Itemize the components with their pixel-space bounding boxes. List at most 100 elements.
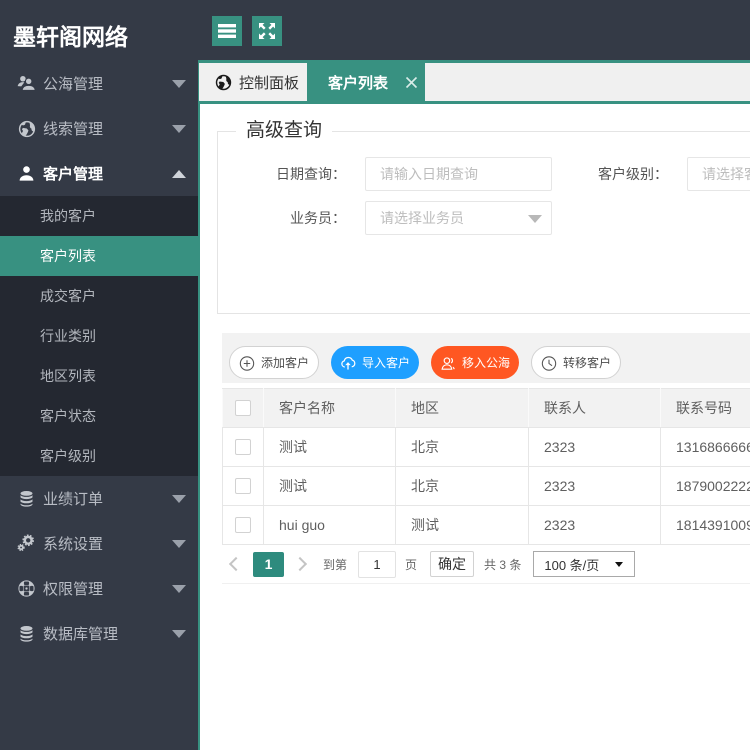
customer-table: 客户名称 地区 联系人 联系号码 测试 北京 2323 13168666666 … — [222, 388, 750, 545]
cell-contact: 2323 — [528, 466, 661, 506]
prev-page-button[interactable] — [228, 556, 244, 572]
users-icon — [17, 74, 36, 93]
table-row: 测试 北京 2323 18790022222 — [222, 466, 750, 506]
app-title: 墨轩阁网络 — [13, 24, 128, 50]
globe-icon — [17, 119, 36, 138]
wheel-icon — [17, 579, 36, 598]
gears-icon — [17, 534, 36, 553]
sidebar-item-label: 线索管理 — [43, 121, 104, 138]
chevron-down-icon — [172, 539, 186, 548]
tabbar: 控制面板 客户列表 — [198, 60, 750, 104]
import-customer-button[interactable]: 导入客户 — [331, 346, 420, 379]
button-label: 导入客户 — [362, 356, 411, 370]
sidebar-item-label: 公海管理 — [43, 76, 104, 93]
globe-icon — [215, 74, 232, 91]
cell-region: 北京 — [395, 427, 529, 467]
advanced-query-panel: 高级查询 日期查询： 请输入日期查询 客户级别： 请选择客户级别 业务员： 请选… — [217, 120, 750, 314]
sidebar-item-permissions[interactable]: 权限管理 — [0, 566, 198, 611]
tabbar-filler — [425, 63, 750, 101]
salesman-label: 业务员： — [290, 210, 346, 226]
close-icon[interactable] — [405, 76, 418, 89]
sidebar-item-database[interactable]: 数据库管理 — [0, 611, 198, 656]
cell-contact: 2323 — [528, 505, 661, 545]
add-customer-button[interactable]: 添加客户 — [229, 346, 320, 379]
row-checkbox[interactable] — [235, 478, 251, 494]
sidebar-item-public-sea[interactable]: 公海管理 — [0, 61, 198, 106]
date-query-input[interactable]: 请输入日期查询 — [365, 157, 552, 191]
current-page-button[interactable]: 1 — [253, 551, 284, 577]
cell-phone: 13168666666 — [660, 427, 750, 467]
cell-phone: 18790022222 — [660, 466, 750, 506]
chevron-down-icon — [172, 79, 186, 88]
pagination: 1 到第 1 页 确定 共 3 条 100 条/页 — [222, 545, 750, 584]
tab-label: 客户列表 — [328, 74, 389, 92]
sidebar-subitem-status[interactable]: 客户状态 — [0, 396, 198, 436]
tab-label: 控制面板 — [239, 74, 300, 92]
move-to-public-button[interactable]: 移入公海 — [431, 346, 520, 379]
column-header: 地区 — [395, 388, 529, 428]
chevron-down-icon — [528, 215, 542, 223]
clock-icon — [541, 355, 557, 371]
cell-name: 测试 — [263, 466, 396, 506]
sidebar-subitem-customer-list[interactable]: 客户列表 — [0, 236, 198, 276]
sidebar-item-label: 数据库管理 — [43, 626, 119, 643]
query-row-2: 业务员： 请选择业务员 — [218, 201, 750, 235]
sidebar-item-orders[interactable]: 业绩订单 — [0, 476, 198, 521]
confirm-button[interactable]: 确定 — [430, 551, 475, 577]
user-icon — [440, 355, 456, 371]
customer-level-input[interactable]: 请选择客户级别 — [687, 157, 750, 191]
table-toolbar: 添加客户 导入客户 移入公海 转移客户 — [222, 333, 750, 383]
sidebar-subitem-deal-customers[interactable]: 成交客户 — [0, 276, 198, 316]
cloud-upload-icon — [340, 355, 356, 371]
select-all-checkbox[interactable] — [235, 400, 251, 416]
table-row: 测试 北京 2323 13168666666 — [222, 427, 750, 467]
row-checkbox[interactable] — [235, 439, 251, 455]
cell-region: 北京 — [395, 466, 529, 506]
chevron-down-icon — [172, 584, 186, 593]
sidebar-subitem-region[interactable]: 地区列表 — [0, 356, 198, 396]
button-label: 转移客户 — [563, 356, 612, 370]
next-page-button[interactable] — [292, 556, 308, 572]
select-arrow-icon — [615, 562, 624, 567]
sidebar-nav: 公海管理 线索管理 客户管理 我的客户 客户列表 成交客户 行业类别 地区列表 … — [0, 61, 198, 656]
sidebar-item-leads[interactable]: 线索管理 — [0, 106, 198, 151]
fullscreen-icon — [258, 22, 276, 40]
column-header: 联系人 — [528, 388, 661, 428]
cell-region: 测试 — [395, 505, 529, 545]
transfer-customer-button[interactable]: 转移客户 — [531, 346, 622, 379]
goto-page-input[interactable]: 1 — [358, 550, 397, 578]
row-checkbox[interactable] — [235, 517, 251, 533]
total-count-label: 共 3 条 — [484, 557, 522, 572]
sidebar-subitem-my-customers[interactable]: 我的客户 — [0, 196, 198, 236]
table-header-row: 客户名称 地区 联系人 联系号码 — [222, 388, 750, 428]
page-unit-label: 页 — [405, 557, 418, 572]
topbar — [198, 0, 750, 60]
table-card: 添加客户 导入客户 移入公海 转移客户 客户名称 地区 联系人 联系号码 测试 … — [222, 333, 750, 584]
menu-toggle-button[interactable] — [212, 16, 242, 46]
hamburger-icon — [218, 24, 236, 38]
customer-level-label: 客户级别： — [598, 166, 668, 182]
sidebar-item-label: 业绩订单 — [43, 491, 104, 508]
sidebar-item-settings[interactable]: 系统设置 — [0, 521, 198, 566]
database-icon — [17, 489, 36, 508]
advanced-query-title: 高级查询 — [246, 120, 323, 141]
cell-name: 测试 — [263, 427, 396, 467]
fullscreen-button[interactable] — [252, 16, 282, 46]
query-row-1: 日期查询： 请输入日期查询 客户级别： 请选择客户级别 — [218, 157, 750, 191]
sidebar-item-label: 客户管理 — [43, 166, 104, 183]
user-icon — [17, 164, 36, 183]
tab-customer-list[interactable]: 客户列表 — [307, 63, 425, 101]
salesman-select[interactable]: 请选择业务员 — [365, 201, 552, 235]
sidebar-item-label: 系统设置 — [43, 536, 104, 553]
cell-name: hui guo — [263, 505, 396, 545]
date-query-label: 日期查询： — [276, 166, 346, 182]
tab-dashboard[interactable]: 控制面板 — [199, 63, 307, 101]
button-label: 移入公海 — [462, 356, 511, 370]
chevron-up-icon — [172, 169, 186, 178]
page-size-select[interactable]: 100 条/页 — [533, 551, 636, 577]
sidebar-item-customers[interactable]: 客户管理 — [0, 151, 198, 196]
sidebar-submenu: 我的客户 客户列表 成交客户 行业类别 地区列表 客户状态 客户级别 — [0, 196, 198, 476]
chevron-down-icon — [172, 629, 186, 638]
sidebar-subitem-industry[interactable]: 行业类别 — [0, 316, 198, 356]
sidebar-subitem-level[interactable]: 客户级别 — [0, 436, 198, 476]
